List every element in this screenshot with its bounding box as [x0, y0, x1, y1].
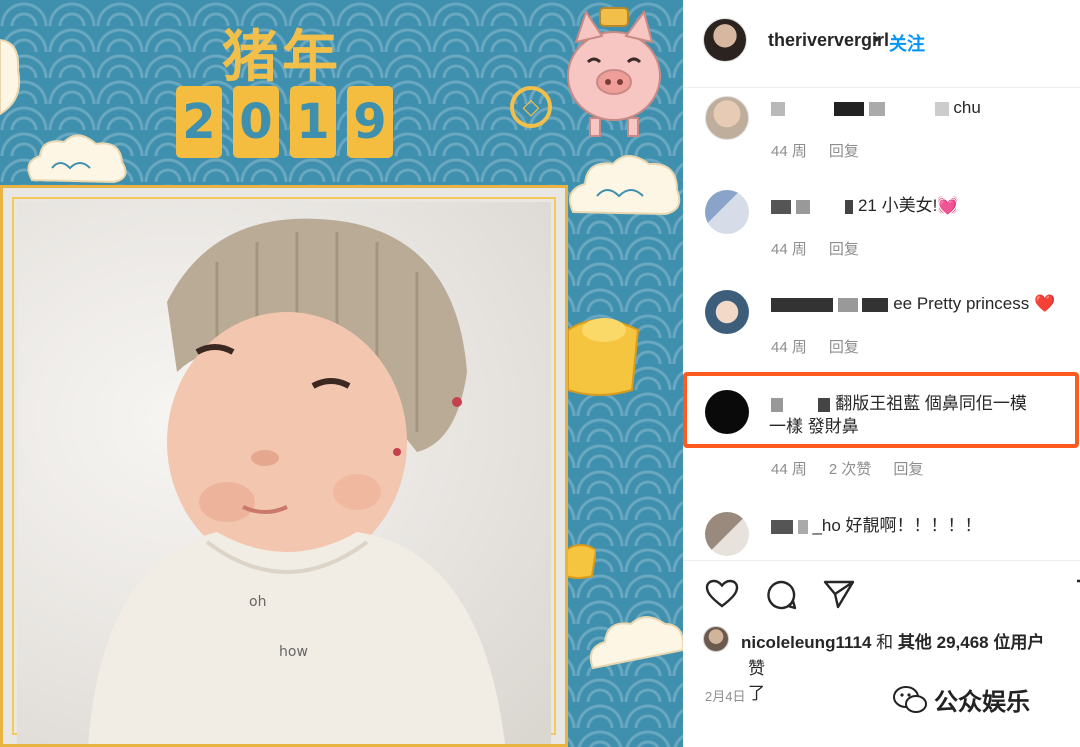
- blurred-username: [771, 101, 785, 116]
- photo-frame: oh how: [0, 185, 568, 747]
- comment-time: 44 周: [771, 461, 807, 478]
- post-image[interactable]: 猪年 2 0 1 9 ◇ oh how: [0, 0, 683, 747]
- comment-text: _ho 好靚啊！！！！！: [771, 514, 982, 537]
- bookmark-icon[interactable]: [1075, 579, 1080, 609]
- reply-button[interactable]: 回复: [829, 140, 859, 161]
- pig-icon: [567, 7, 661, 137]
- likes-others[interactable]: 其他: [898, 633, 932, 652]
- header-separator: •: [873, 29, 880, 49]
- cloud-icon: [27, 134, 127, 184]
- comment-text: ee Pretty princess ❤️: [771, 292, 1055, 315]
- baby-illustration: oh how: [88, 218, 505, 744]
- coin-icon: ◇: [510, 86, 552, 128]
- comment-time: 44 周: [771, 339, 807, 356]
- commenter-avatar[interactable]: [705, 290, 749, 334]
- comment-body: _ho 好靚啊！！！！！: [812, 516, 982, 535]
- likes-and: 和: [876, 633, 894, 652]
- reply-button[interactable]: 回复: [829, 238, 859, 259]
- reply-button[interactable]: 回复: [893, 458, 923, 479]
- author-username[interactable]: theriververgirl: [768, 30, 889, 51]
- blurred-username: [771, 519, 793, 534]
- comment-text: chu: [771, 96, 981, 119]
- year-digit: 0: [233, 86, 279, 158]
- post-actions: [683, 560, 1080, 620]
- comment-time: 44 周: [771, 241, 807, 258]
- reply-button[interactable]: 回复: [829, 336, 859, 357]
- comment-icon[interactable]: [765, 579, 797, 611]
- comment-time: 44 周: [771, 143, 807, 160]
- commenter-avatar[interactable]: [705, 190, 749, 234]
- likes-line: nicoleleung1114 和 其他 29,468 位用户: [741, 628, 1044, 653]
- blurred-username: [834, 101, 865, 116]
- baby-photo: oh how: [17, 202, 551, 744]
- year-digit: 2: [176, 86, 222, 158]
- comment-meta: 44 周 回复: [771, 238, 859, 259]
- comment-body: chu: [953, 98, 981, 117]
- likes-count[interactable]: 29,468: [937, 633, 989, 652]
- share-icon[interactable]: [823, 579, 855, 609]
- svg-text:oh: oh: [249, 594, 266, 610]
- liker-username[interactable]: nicoleleung1114: [741, 633, 871, 652]
- comment-meta: 44 周 回复: [771, 336, 859, 357]
- wechat-icon: [893, 685, 927, 713]
- watermark: 公众娱乐: [892, 682, 1030, 717]
- year-row: 2 0 1 9: [176, 86, 393, 158]
- highlight-box: [683, 372, 1079, 448]
- comment-meta: 44 周 回复: [771, 140, 859, 161]
- follow-button[interactable]: 关注: [889, 30, 925, 56]
- cloud-icon: [0, 38, 21, 116]
- post-header: theriververgirl • 关注: [683, 0, 1080, 88]
- likes-line2: 赞了: [748, 659, 765, 703]
- year-digit: 1: [290, 86, 336, 158]
- cloud-icon: [589, 616, 683, 670]
- watermark-text: 公众娱乐: [934, 689, 1030, 716]
- heart-icon[interactable]: [705, 579, 739, 609]
- comment-meta: 44 周 2 次赞 回复: [771, 458, 923, 479]
- blurred-username: [771, 297, 833, 312]
- comment-body: ee Pretty princess ❤️: [893, 294, 1056, 313]
- gold-ingot-icon: [568, 318, 640, 396]
- gold-ingot-icon: [566, 544, 596, 579]
- year-digit: 9: [347, 86, 393, 158]
- comment-body: 21 小美女!💓: [857, 196, 959, 215]
- author-avatar[interactable]: [703, 18, 747, 62]
- comment-likes[interactable]: 2 次赞: [829, 458, 872, 479]
- blurred-username: [771, 199, 791, 214]
- comment-text: 21 小美女!💓: [771, 194, 958, 217]
- post-image-title: 猪年: [222, 25, 342, 90]
- likes-suffix: 位用户: [993, 633, 1045, 652]
- liker-avatar[interactable]: [703, 626, 729, 652]
- post-date: 2月4日: [705, 689, 746, 704]
- cloud-icon: [569, 155, 681, 216]
- commenter-avatar[interactable]: [705, 96, 749, 140]
- commenter-avatar[interactable]: [705, 512, 749, 556]
- svg-text:how: how: [279, 644, 308, 660]
